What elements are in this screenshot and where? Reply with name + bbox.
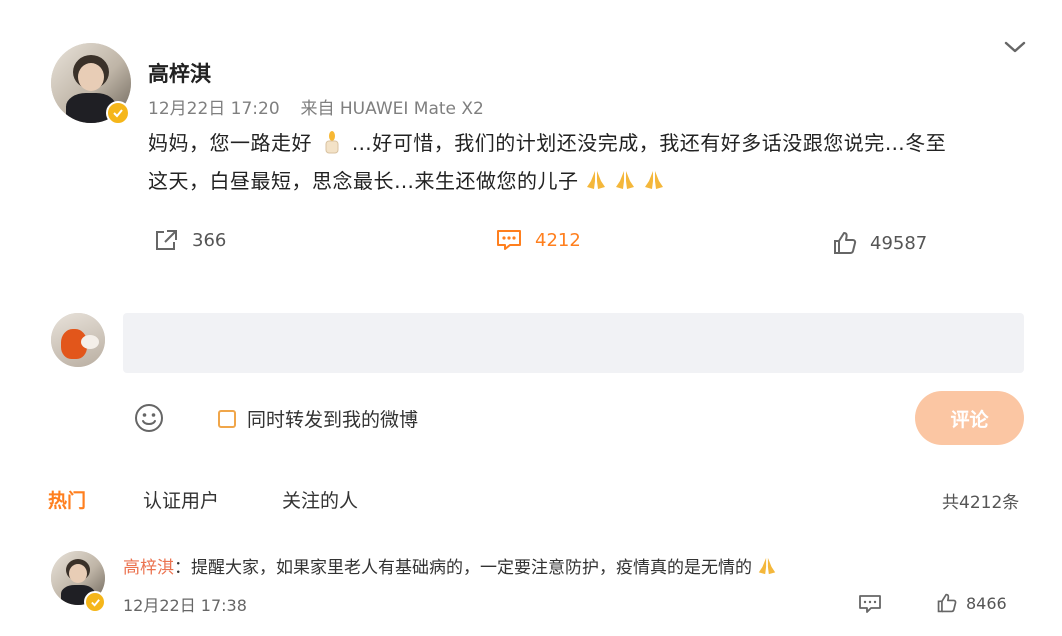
comment-total-count: 共4212条 xyxy=(942,493,1020,513)
comment-separator: ： xyxy=(174,558,191,578)
comment-body: 高梓淇：提醒大家，如果家里老人有基础病的，一定要注意防护，疫情真的是无情的 xyxy=(123,553,777,578)
tab-hot[interactable]: 热门 xyxy=(48,486,86,513)
thumbs-up-icon xyxy=(834,232,857,254)
pray-emoji-icon xyxy=(643,165,665,189)
tab-following[interactable]: 关注的人 xyxy=(282,486,358,513)
post-time[interactable]: 12月22日 17:20 xyxy=(148,99,280,119)
post-author-name[interactable]: 高梓淇 xyxy=(148,58,211,88)
like-button[interactable]: 49587 xyxy=(832,230,927,256)
post-text-line1-a: 妈妈，您一路走好 xyxy=(148,131,312,155)
current-user-avatar[interactable] xyxy=(51,313,105,367)
pray-emoji-icon xyxy=(614,165,636,189)
candle-emoji-icon xyxy=(321,128,343,154)
post-text-line2: 这天，白昼最短，思念最长…来生还做您的儿子 xyxy=(148,169,579,193)
post-text-line1-b: …好可惜，我们的计划还没完成，我还有好多话没跟您说完…冬至 xyxy=(351,131,947,155)
comment-input[interactable] xyxy=(123,313,1024,373)
post-menu-chevron-down-icon[interactable] xyxy=(1002,38,1028,56)
post-source: 来自 HUAWEI Mate X2 xyxy=(300,99,484,119)
repost-to-weibo-option[interactable]: 同时转发到我的微博 xyxy=(218,405,418,432)
repost-button[interactable]: 366 xyxy=(154,228,226,252)
verified-badge-icon xyxy=(106,101,130,125)
comment-like-count: 8466 xyxy=(966,593,1007,613)
like-count: 49587 xyxy=(870,232,928,254)
comment-author-name[interactable]: 高梓淇 xyxy=(123,558,174,578)
post-meta: 12月22日 17:20 来自 HUAWEI Mate X2 xyxy=(148,94,484,119)
comment-time: 12月22日 17:38 xyxy=(123,596,247,615)
comment-count: 4212 xyxy=(535,229,581,251)
post-text: 妈妈，您一路走好 …好可惜，我们的计划还没完成，我还有好多话没跟您说完…冬至 这… xyxy=(148,124,1028,200)
thumbs-up-icon xyxy=(937,593,957,613)
repost-icon xyxy=(156,230,177,250)
submit-comment-button[interactable]: 评论 xyxy=(915,391,1024,445)
repost-checkbox[interactable] xyxy=(218,409,236,428)
comment-like-button[interactable]: 8466 xyxy=(936,592,1007,614)
comment-text: 提醒大家，如果家里老人有基础病的，一定要注意防护，疫情真的是无情的 xyxy=(191,558,752,578)
pray-emoji-icon xyxy=(585,165,607,189)
repost-count: 366 xyxy=(192,229,227,251)
emoji-picker-smile-icon[interactable] xyxy=(134,403,164,433)
repost-to-weibo-label: 同时转发到我的微博 xyxy=(247,409,419,431)
comment-button[interactable]: 4212 xyxy=(495,228,581,252)
tab-verified-users[interactable]: 认证用户 xyxy=(143,486,219,513)
verified-badge-icon xyxy=(84,591,106,613)
comment-icon xyxy=(497,230,521,250)
pray-emoji-icon xyxy=(757,556,777,576)
comment-reply-icon[interactable] xyxy=(858,594,882,614)
